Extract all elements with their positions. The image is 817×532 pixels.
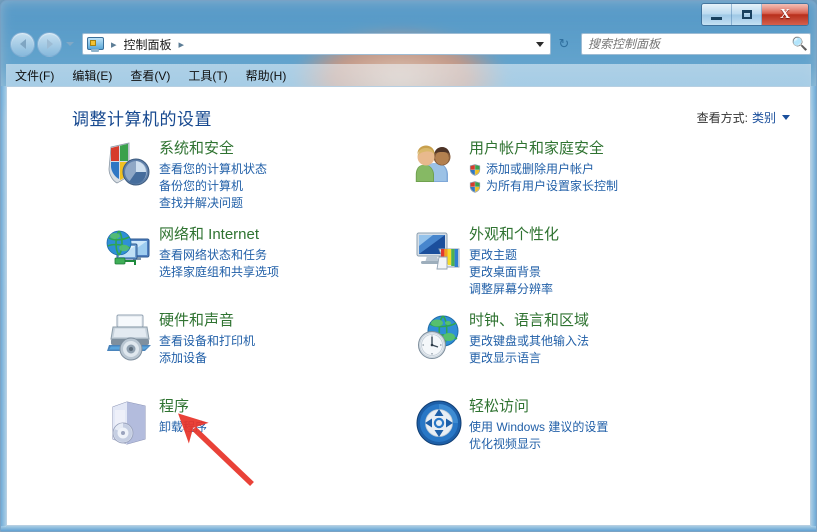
category-title[interactable]: 用户帐户和家庭安全	[469, 139, 604, 159]
category-link-label: 查看您的计算机状态	[159, 162, 268, 176]
category-link-label: 优化视频显示	[469, 437, 542, 451]
category-4: 程序 卸载程序	[97, 397, 457, 471]
content-area: 调整计算机的设置 查看方式: 类别 系统和安全 查看您的计算机状态 备份您的计算机查…	[6, 86, 811, 526]
category-2: 网络和 Internet 查看网络状态和任务 选择家庭组和共享选项	[97, 225, 457, 299]
category-link-label: 查看网络状态和任务	[159, 248, 268, 262]
category-title[interactable]: 外观和个性化	[469, 225, 559, 245]
category-2: 外观和个性化更改主题更改桌面背景 调整屏幕分辨率	[407, 225, 767, 299]
menu-file[interactable]: 文件(F)	[6, 65, 63, 86]
menu-tools[interactable]: 工具(T)	[179, 65, 236, 86]
menu-bar: 文件(F) 编辑(E) 查看(V) 工具(T) 帮助(H)	[6, 64, 811, 86]
view-by-chevron-down-icon[interactable]	[782, 115, 790, 120]
shield-chart-icon[interactable]	[105, 141, 153, 189]
maximize-button[interactable]	[732, 4, 762, 25]
category-link[interactable]: 更改桌面背景	[469, 264, 767, 281]
globe-network-icon[interactable]	[105, 227, 153, 275]
category-link-label: 更改显示语言	[469, 351, 542, 365]
nav-arrow-group	[10, 31, 74, 57]
category-title[interactable]: 系统和安全	[159, 139, 234, 159]
category-title[interactable]: 轻松访问	[469, 397, 529, 417]
shield-icon	[469, 164, 481, 176]
programs-disc-icon[interactable]	[105, 399, 153, 447]
users-icon[interactable]	[415, 141, 463, 189]
menu-help[interactable]: 帮助(H)	[237, 65, 296, 86]
category-link[interactable]: 调整屏幕分辨率	[469, 281, 767, 298]
forward-arrow-icon	[46, 39, 53, 49]
category-link-label: 添加设备	[159, 351, 208, 365]
category-1: 用户帐户和家庭安全 添加或删除用户帐户 为所有用户设置家长控制	[407, 139, 767, 213]
category-title[interactable]: 硬件和声音	[159, 311, 234, 331]
address-bar[interactable]: ▸ 控制面板 ▸	[82, 33, 551, 55]
search-input[interactable]	[582, 37, 790, 51]
breadcrumb-separator-0: ▸	[111, 38, 117, 51]
category-3: 硬件和声音查看设备和打印机 添加设备	[97, 311, 457, 385]
category-link-label: 使用 Windows 建议的设置	[469, 420, 609, 434]
ease-of-access-icon[interactable]	[415, 399, 463, 447]
search-icon[interactable]: 🔍	[790, 36, 810, 52]
close-icon: X	[779, 6, 791, 22]
printer-device-icon[interactable]	[105, 313, 153, 361]
category-link-label: 更改键盘或其他输入法	[469, 334, 590, 348]
category-3: 时钟、语言和区域更改键盘或其他输入法 更改显示语言	[407, 311, 767, 385]
back-arrow-icon	[19, 39, 26, 49]
shield-icon	[469, 181, 481, 193]
minimize-icon	[711, 16, 722, 20]
category-title[interactable]: 网络和 Internet	[159, 225, 259, 245]
close-button[interactable]: X	[762, 4, 808, 25]
category-4: 轻松访问使用 Windows 建议的设置 优化视频显示	[407, 397, 767, 471]
category-link[interactable]: 更改键盘或其他输入法	[469, 333, 767, 350]
forward-button[interactable]	[37, 31, 62, 57]
category-link-label: 备份您的计算机	[159, 179, 244, 193]
menu-edit[interactable]: 编辑(E)	[63, 65, 121, 86]
category-link-label: 更改主题	[469, 248, 518, 262]
breadcrumb-control-panel[interactable]: 控制面板	[122, 35, 174, 54]
refresh-button[interactable]: ↻	[553, 33, 575, 55]
address-chevron-down-icon[interactable]	[536, 41, 544, 47]
view-by-control: 查看方式: 类别	[697, 109, 790, 126]
control-panel-icon	[87, 36, 104, 52]
minimize-button[interactable]	[702, 4, 732, 25]
category-column-left: 系统和安全查看您的计算机状态 备份您的计算机 查找并解决问题 网络和 Interne…	[97, 139, 457, 483]
clock-globe-icon[interactable]	[415, 313, 463, 361]
back-button[interactable]	[10, 31, 35, 57]
search-box[interactable]: 🔍	[581, 33, 811, 55]
category-link-label: 调整屏幕分辨率	[469, 282, 554, 296]
maximize-icon	[741, 10, 752, 19]
category-link[interactable]: 为所有用户设置家长控制	[469, 178, 767, 195]
category-link-label: 更改桌面背景	[469, 265, 542, 279]
category-columns: 系统和安全查看您的计算机状态 备份您的计算机 查找并解决问题 网络和 Interne…	[7, 139, 810, 525]
category-link-label: 查看设备和打印机	[159, 334, 256, 348]
caption-buttons: X	[701, 3, 809, 26]
menu-view[interactable]: 查看(V)	[121, 65, 179, 86]
category-title[interactable]: 程序	[159, 397, 189, 417]
category-link-label: 选择家庭组和共享选项	[159, 265, 280, 279]
category-1: 系统和安全查看您的计算机状态 备份您的计算机 查找并解决问题	[97, 139, 457, 213]
category-link[interactable]: 更改显示语言	[469, 350, 767, 367]
window-border-right	[811, 86, 816, 527]
category-link[interactable]: 优化视频显示	[469, 436, 767, 453]
category-link[interactable]: 使用 Windows 建议的设置	[469, 419, 767, 436]
window-border-bottom	[1, 526, 816, 531]
category-link-label: 卸载程序	[159, 420, 208, 434]
control-panel-window: X ▸ 控制面板 ▸ ↻ 🔍	[0, 0, 817, 532]
refresh-icon: ↻	[558, 36, 570, 51]
category-title[interactable]: 时钟、语言和区域	[469, 311, 589, 331]
category-link[interactable]: 更改主题	[469, 247, 767, 264]
category-column-right: 用户帐户和家庭安全 添加或删除用户帐户 为所有用户设置家长控制 外观和个性化 更改	[407, 139, 767, 483]
view-by-value[interactable]: 类别	[752, 109, 776, 126]
category-link-label: 添加或删除用户帐户	[486, 162, 595, 176]
category-link[interactable]: 添加或删除用户帐户	[469, 161, 767, 178]
view-by-label: 查看方式:	[696, 111, 748, 125]
display-palette-icon[interactable]	[415, 227, 463, 275]
category-link-label: 查找并解决问题	[159, 196, 244, 210]
navigation-bar: ▸ 控制面板 ▸ ↻ 🔍	[6, 30, 811, 58]
breadcrumb-separator-1[interactable]: ▸	[179, 38, 185, 51]
category-link-label: 为所有用户设置家长控制	[486, 179, 619, 193]
page-title: 调整计算机的设置	[72, 110, 212, 129]
recent-pages-chevron-down-icon[interactable]	[66, 42, 74, 46]
